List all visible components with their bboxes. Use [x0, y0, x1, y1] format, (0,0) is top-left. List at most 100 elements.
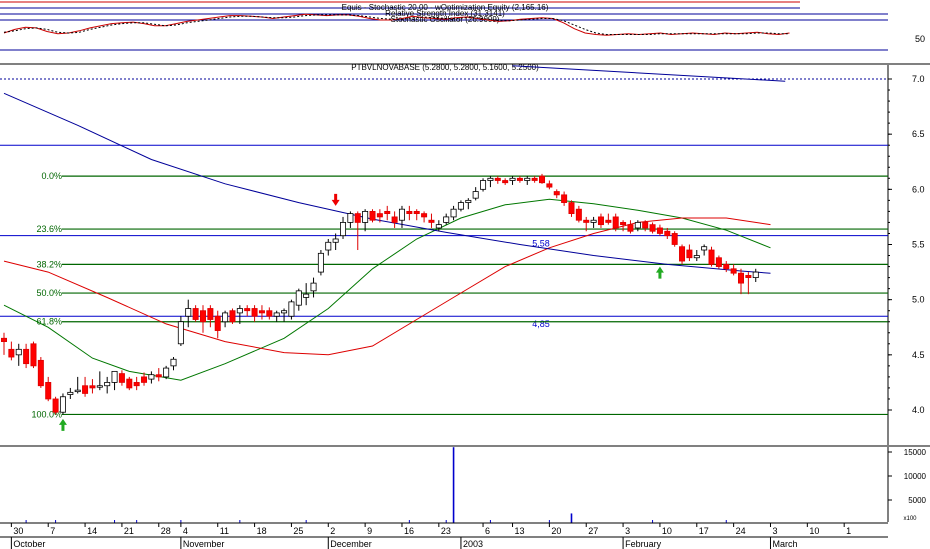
- price-y-tick: 6.5: [912, 129, 925, 139]
- candle-up: [74, 389, 81, 393]
- candle-down: [575, 208, 582, 221]
- candle-up: [177, 321, 184, 345]
- candle-up: [273, 312, 280, 317]
- price-y-tick: 7.0: [912, 74, 925, 84]
- candle-up: [752, 271, 759, 279]
- candle-up: [163, 367, 170, 378]
- candle-up: [347, 213, 354, 223]
- x-tick-label: 6: [485, 526, 490, 536]
- volume-y-tick: 5000: [908, 496, 926, 505]
- candle-down: [686, 249, 693, 259]
- candle-down: [37, 359, 44, 387]
- level-annotation: 4,85: [532, 319, 550, 329]
- candle-down: [8, 348, 15, 358]
- candle-down: [546, 183, 553, 188]
- candle-up: [480, 180, 487, 190]
- x-tick-label: 13: [515, 526, 525, 536]
- volume-y-tick: 15000: [904, 448, 927, 457]
- price-y-tick: 4.5: [912, 350, 925, 360]
- candle-up: [236, 308, 243, 314]
- candle-down: [133, 382, 140, 387]
- price-y-tick: 6.0: [912, 184, 925, 194]
- month-label: February: [625, 539, 662, 549]
- candle-up: [303, 293, 310, 298]
- candle-down: [539, 175, 546, 184]
- x-tick-label: 3: [625, 526, 630, 536]
- x-tick-label: 1: [846, 526, 851, 536]
- candle-down: [155, 374, 162, 378]
- candle-down: [531, 177, 538, 181]
- candle-down: [664, 230, 671, 237]
- candle-down: [384, 210, 391, 215]
- candle-up: [457, 202, 464, 210]
- candle-up: [104, 382, 111, 387]
- x-tick-label: 24: [736, 526, 746, 536]
- candle-up: [634, 222, 641, 229]
- candle-down: [369, 210, 376, 221]
- price-title: PTBVLNOVABASE (5.2800, 5.2800, 5.1600, 5…: [351, 63, 539, 72]
- candle-up: [170, 358, 177, 367]
- candle-down: [30, 343, 37, 367]
- month-label: November: [183, 539, 225, 549]
- x-tick-label: 21: [124, 526, 134, 536]
- candle-up: [185, 308, 192, 317]
- candle-down: [671, 233, 678, 245]
- candle-down: [649, 224, 656, 232]
- candle-up: [310, 282, 317, 292]
- candle-down: [406, 210, 413, 215]
- candle-down: [620, 222, 627, 226]
- candle-up: [524, 177, 531, 181]
- candle-up: [317, 252, 324, 273]
- candle-down: [126, 378, 133, 389]
- candle-down: [82, 385, 89, 394]
- x-tick-label: 25: [293, 526, 303, 536]
- candle-up: [111, 370, 118, 383]
- month-label: 2003: [463, 539, 483, 549]
- x-tick-label: 9: [367, 526, 372, 536]
- x-tick-label: 14: [87, 526, 97, 536]
- candle-down: [568, 202, 575, 215]
- x-tick-label: 27: [588, 526, 598, 536]
- candle-down: [730, 268, 737, 274]
- candle-up: [148, 374, 155, 380]
- candle-down: [708, 249, 715, 265]
- candle-down: [428, 219, 435, 223]
- x-tick-label: 23: [441, 526, 451, 536]
- candle-down: [229, 310, 236, 323]
- month-label: December: [330, 539, 372, 549]
- candle-down: [421, 213, 428, 218]
- candle-up: [472, 191, 479, 199]
- x-tick-label: 28: [161, 526, 171, 536]
- candle-down: [52, 398, 59, 413]
- candle-up: [701, 246, 708, 251]
- candle-down: [745, 274, 752, 279]
- candle-down: [715, 257, 722, 267]
- x-tick-label: 3: [772, 526, 777, 536]
- candle-down: [192, 308, 199, 320]
- candle-down: [553, 191, 560, 196]
- candle-down: [214, 315, 221, 331]
- indicator-panel: Equis - Stochastic 20.00 - wOptimization…: [0, 0, 930, 65]
- x-tick-label: 10: [662, 526, 672, 536]
- price-y-tick: 5.5: [912, 240, 925, 250]
- fibonacci-label: 38.2%: [36, 259, 62, 269]
- candle-down: [612, 216, 619, 229]
- candle-down: [23, 348, 30, 365]
- candle-up: [362, 210, 369, 223]
- candle-down: [89, 385, 96, 389]
- candle-down: [627, 224, 634, 232]
- x-tick-label: 20: [551, 526, 561, 536]
- candle-down: [251, 308, 258, 317]
- x-tick-label: 18: [257, 526, 267, 536]
- candle-up: [465, 199, 472, 203]
- candle-down: [258, 310, 265, 314]
- volume-multiplier: x100: [903, 516, 917, 522]
- candle-up: [281, 310, 288, 314]
- candle-up: [332, 238, 339, 243]
- candle-down: [738, 272, 745, 284]
- candle-up: [222, 312, 229, 323]
- candle-down: [583, 219, 590, 223]
- candle-down: [0, 337, 7, 342]
- price-y-tick: 5.0: [912, 295, 925, 305]
- candle-down: [118, 373, 125, 383]
